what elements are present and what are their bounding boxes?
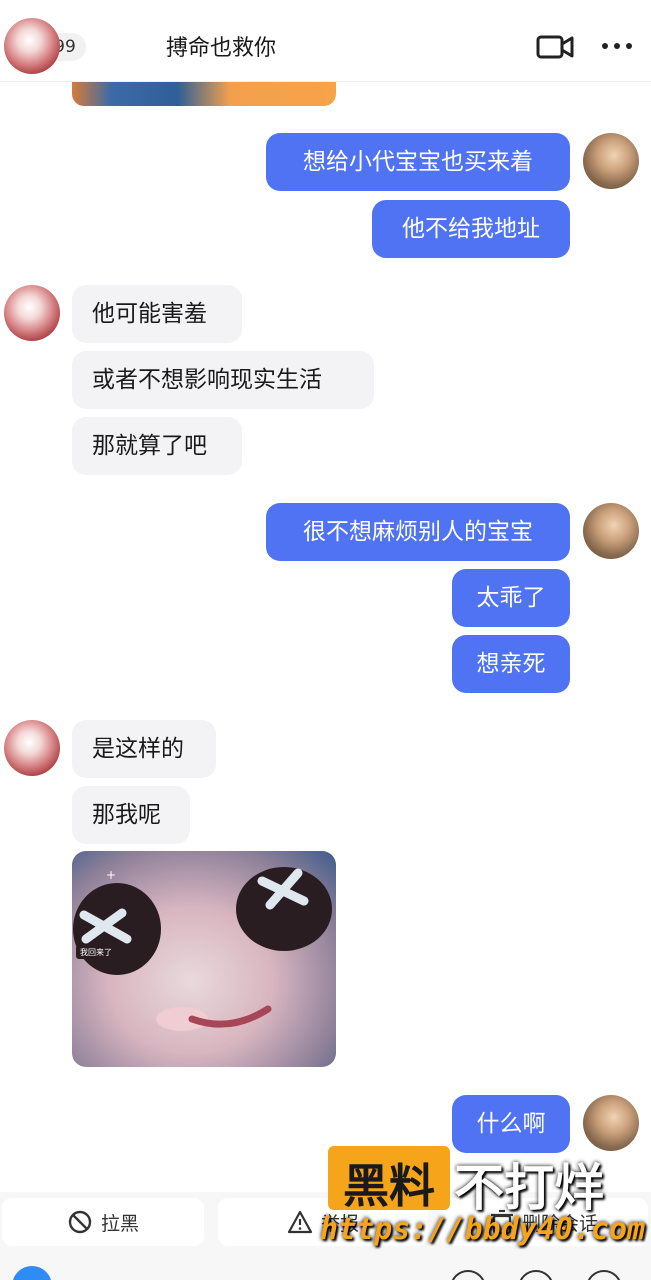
message-bubble-mine[interactable]: 太乖了	[452, 569, 570, 627]
contact-avatar[interactable]	[4, 18, 60, 74]
watermark-logo: 黑料	[328, 1146, 450, 1213]
add-icon[interactable]	[586, 1270, 622, 1280]
my-avatar[interactable]	[583, 1095, 639, 1151]
contact-avatar[interactable]	[4, 285, 60, 341]
watermark-url: https://bbdy40.com	[320, 1212, 646, 1247]
message-bubble-theirs[interactable]: 他可能害羞	[72, 285, 242, 343]
message-bubble-mine[interactable]: 什么啊	[452, 1095, 570, 1153]
my-avatar[interactable]	[583, 133, 639, 189]
more-options-icon[interactable]	[600, 38, 634, 54]
sticker-image-message[interactable]: 我回来了 +	[72, 851, 336, 1067]
block-icon	[68, 1210, 92, 1234]
sticker-caption: 我回来了	[80, 947, 112, 957]
svg-text:+: +	[106, 868, 116, 882]
image-icon[interactable]	[518, 1270, 554, 1280]
video-call-icon[interactable]	[536, 33, 574, 61]
watermark-slogan: 不打烊	[454, 1159, 604, 1217]
my-avatar[interactable]	[583, 503, 639, 559]
contact-avatar[interactable]	[4, 720, 60, 776]
message-bubble-mine[interactable]: 他不给我地址	[372, 200, 570, 258]
contact-name[interactable]: 搏命也救你	[166, 30, 276, 62]
block-button[interactable]: 拉黑	[2, 1198, 204, 1246]
block-label: 拉黑	[100, 1212, 139, 1235]
message-bubble-theirs[interactable]: 那我呢	[72, 786, 190, 844]
warning-icon	[287, 1210, 313, 1234]
message-bubble-mine[interactable]: 想亲死	[452, 635, 570, 693]
message-bubble-theirs[interactable]: 是这样的	[72, 720, 216, 778]
message-bubble-theirs[interactable]: 那就算了吧	[72, 417, 242, 475]
message-input-bar	[0, 1252, 651, 1280]
watermark-brand: 黑料	[343, 1159, 435, 1213]
chat-header: 99 搏命也救你	[0, 0, 651, 82]
doll-face-image: 我回来了 +	[73, 867, 332, 1031]
message-bubble-mine[interactable]: 想给小代宝宝也买来着	[266, 133, 570, 191]
message-bubble-theirs[interactable]: 或者不想影响现实生活	[72, 351, 374, 409]
emoji-icon[interactable]	[450, 1270, 486, 1280]
voice-icon[interactable]	[12, 1266, 52, 1280]
message-bubble-mine[interactable]: 很不想麻烦别人的宝宝	[266, 503, 570, 561]
